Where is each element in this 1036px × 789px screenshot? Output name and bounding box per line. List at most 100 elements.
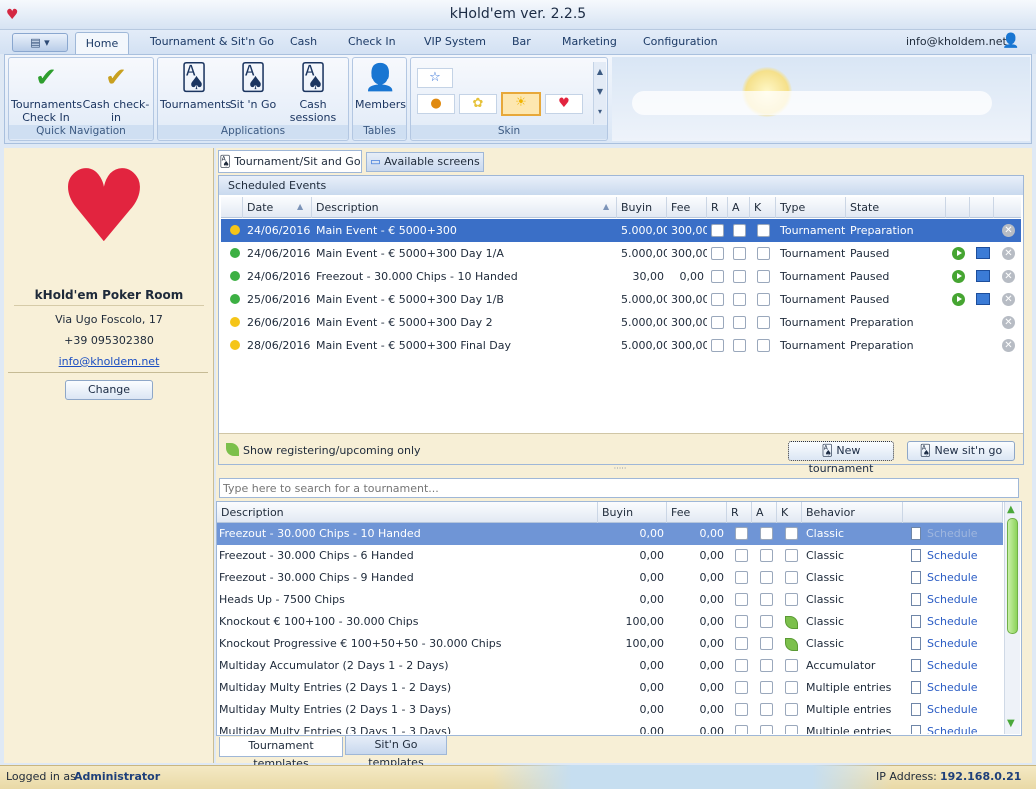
table-row[interactable]: 24/06/2016 Main Event - € 5000+300 Day 1/…	[221, 242, 1021, 265]
checkbox-a[interactable]	[733, 339, 746, 352]
checkbox-r[interactable]	[711, 293, 724, 306]
tab-marketing[interactable]: Marketing	[562, 35, 617, 48]
show-registering-label[interactable]: Show registering/upcoming only	[243, 444, 421, 457]
schedule-link[interactable]: Schedule	[923, 523, 993, 545]
tab-vip-system[interactable]: VIP System	[424, 35, 486, 48]
play-icon[interactable]	[952, 247, 965, 260]
monitor-icon[interactable]	[976, 270, 990, 282]
col-behavior[interactable]: Behavior	[802, 502, 903, 523]
checkbox-k[interactable]	[785, 725, 798, 734]
cash-checkin-button[interactable]: ✔ Cash check-in	[81, 62, 151, 124]
checkbox-k[interactable]	[785, 681, 798, 694]
play-icon[interactable]	[952, 293, 965, 306]
col-r[interactable]: R	[707, 197, 728, 218]
checkbox-a[interactable]	[760, 549, 773, 562]
tournament-search-input[interactable]	[219, 478, 1019, 498]
checkbox-r[interactable]	[735, 593, 748, 606]
checkbox-k[interactable]	[785, 593, 798, 606]
col-type[interactable]: Type	[776, 197, 846, 218]
scroll-down-icon[interactable]: ▼	[1007, 718, 1015, 729]
checkbox-a[interactable]	[733, 316, 746, 329]
checkbox-r[interactable]	[735, 681, 748, 694]
col-description[interactable]: Description	[312, 197, 617, 218]
checkbox-k[interactable]	[785, 571, 798, 584]
template-row[interactable]: Freezout - 30.000 Chips - 6 Handed 0,00 0,…	[217, 545, 1003, 567]
skin-pumpkin-icon[interactable]: ●	[417, 94, 455, 114]
close-icon[interactable]: ✕	[1002, 270, 1015, 283]
col-buyin[interactable]: Buyin	[598, 502, 667, 523]
schedule-link[interactable]: Schedule	[923, 721, 993, 734]
checkbox-k[interactable]	[785, 703, 798, 716]
monitor-icon[interactable]	[976, 247, 990, 259]
table-row[interactable]: 26/06/2016 Main Event - € 5000+300 Day 2 5…	[221, 311, 1021, 334]
col-buyin[interactable]: Buyin	[617, 197, 667, 218]
template-row[interactable]: Multiday Multy Entries (2 Days 1 - 3 Day…	[217, 699, 1003, 721]
table-row[interactable]: 25/06/2016 Main Event - € 5000+300 Day 1/…	[221, 288, 1021, 311]
checkbox-a[interactable]	[760, 637, 773, 650]
checkbox-r[interactable]	[711, 316, 724, 329]
checkbox-k[interactable]	[785, 549, 798, 562]
col-a[interactable]: A	[752, 502, 777, 523]
scroll-up-icon[interactable]: ▲	[1007, 504, 1015, 515]
checkbox-a[interactable]	[733, 247, 746, 260]
tab-tournament-templates[interactable]: Tournament templates	[219, 737, 343, 770]
checkbox-r[interactable]	[735, 549, 748, 562]
checkbox-k[interactable]	[757, 339, 770, 352]
col-k[interactable]: K	[750, 197, 776, 218]
schedule-link[interactable]: Schedule	[923, 589, 993, 611]
close-icon[interactable]: ✕	[1002, 316, 1015, 329]
col-r[interactable]: R	[727, 502, 752, 523]
checkbox-r[interactable]	[735, 615, 748, 628]
tab-cash[interactable]: Cash	[290, 35, 317, 48]
schedule-link[interactable]: Schedule	[923, 567, 993, 589]
room-email-link[interactable]: info@kholdem.net	[4, 355, 214, 368]
table-row[interactable]: 24/06/2016 Freezout - 30.000 Chips - 10 H…	[221, 265, 1021, 288]
change-button[interactable]: Change	[65, 380, 153, 400]
checkbox-k[interactable]	[785, 659, 798, 672]
col-fee[interactable]: Fee	[667, 502, 727, 523]
tournaments-app-button[interactable]: 🂡 Tournaments	[160, 62, 231, 111]
template-row[interactable]: Knockout Progressive € 100+50+50 - 30.00…	[217, 633, 1003, 655]
skin-heart-icon[interactable]: ♥	[545, 94, 583, 114]
splitter-handle[interactable]: ·····	[608, 465, 632, 473]
close-icon[interactable]: ✕	[1002, 339, 1015, 352]
tab-available-screens[interactable]: ▭ Available screens	[366, 152, 484, 172]
monitor-icon[interactable]	[976, 293, 990, 305]
schedule-link[interactable]: Schedule	[923, 611, 993, 633]
table-row[interactable]: 28/06/2016 Main Event - € 5000+300 Final …	[221, 334, 1021, 357]
leaf-check-icon[interactable]	[785, 638, 798, 651]
checkbox-r[interactable]	[735, 703, 748, 716]
tab-configuration[interactable]: Configuration	[643, 35, 718, 48]
checkbox-a[interactable]	[733, 224, 746, 237]
checkbox-r[interactable]	[711, 247, 724, 260]
scroll-thumb[interactable]	[1007, 518, 1018, 634]
template-row[interactable]: Freezout - 30.000 Chips - 9 Handed 0,00 0,…	[217, 567, 1003, 589]
checkbox-k[interactable]	[757, 247, 770, 260]
tab-home[interactable]: Home	[75, 32, 129, 55]
checkbox-a[interactable]	[760, 593, 773, 606]
checkbox-a[interactable]	[760, 659, 773, 672]
checkbox-k[interactable]	[757, 316, 770, 329]
checkbox-a[interactable]	[760, 681, 773, 694]
members-button[interactable]: 👤 Members	[355, 62, 406, 111]
checkbox-k[interactable]	[757, 293, 770, 306]
leaf-check-icon[interactable]	[226, 443, 239, 456]
skin-flower-icon[interactable]: ✿	[459, 94, 497, 114]
skin-scroll[interactable]: ▲ ▼ ▾	[593, 62, 606, 124]
checkbox-r[interactable]	[711, 339, 724, 352]
checkbox-r[interactable]	[735, 571, 748, 584]
templates-scrollbar[interactable]: ▲ ▼	[1004, 502, 1020, 734]
col-fee[interactable]: Fee	[667, 197, 707, 218]
close-icon[interactable]: ✕	[1002, 224, 1015, 237]
table-row[interactable]: 24/06/2016 Main Event - € 5000+300 5.000,0…	[221, 219, 1021, 242]
app-menu-button[interactable]: ▤ ▾	[12, 33, 68, 52]
new-sitngo-button[interactable]: 🂡 New sit'n go	[907, 441, 1015, 461]
col-k[interactable]: K	[777, 502, 802, 523]
close-icon[interactable]: ✕	[1002, 293, 1015, 306]
col-state[interactable]: State	[846, 197, 946, 218]
checkbox-a[interactable]	[733, 270, 746, 283]
user-icon[interactable]: 👤	[1002, 33, 1019, 49]
schedule-link[interactable]: Schedule	[923, 677, 993, 699]
checkbox-a[interactable]	[760, 527, 773, 540]
skin-star-icon[interactable]: ☆	[417, 68, 453, 88]
